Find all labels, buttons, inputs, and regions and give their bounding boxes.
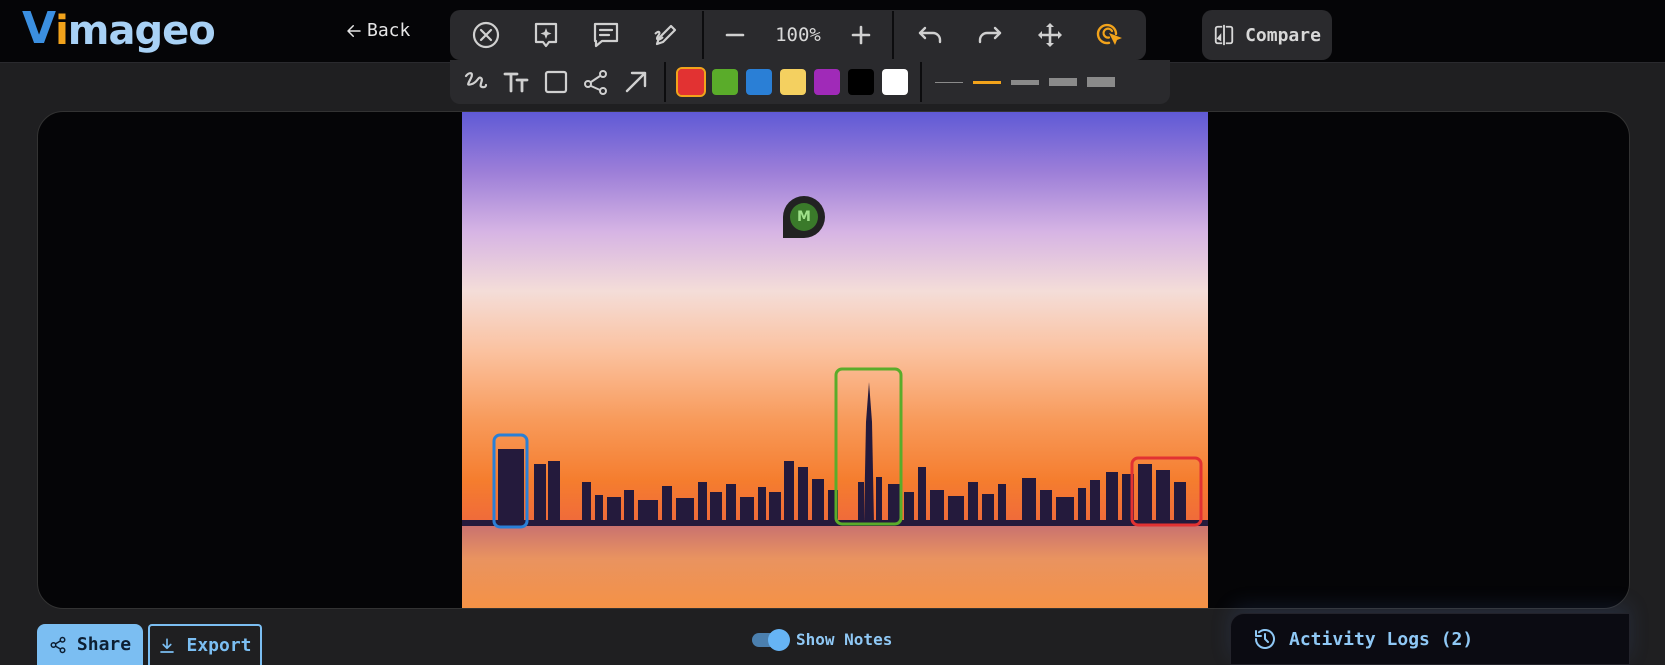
connector-tool-button[interactable]	[576, 62, 616, 102]
image-canvas[interactable]: M	[37, 111, 1630, 609]
rectangle-tool-button[interactable]	[536, 62, 576, 102]
zoom-group: 100%	[710, 10, 886, 60]
show-notes-toggle[interactable]	[752, 628, 790, 651]
arrow-left-icon	[347, 24, 361, 37]
dubai-skyline-image	[462, 112, 1208, 608]
color-swatch-6[interactable]	[848, 69, 874, 95]
line-weight-option-3[interactable]	[1008, 71, 1042, 93]
note-marker-avatar: M	[790, 203, 818, 231]
text-tool-button[interactable]	[496, 62, 536, 102]
main-toolbar: 100%	[450, 10, 1146, 60]
compare-label: Compare	[1245, 24, 1321, 46]
freehand-tool-button[interactable]	[456, 62, 496, 102]
line-weight-sample	[1049, 78, 1077, 86]
toggle-knob	[768, 628, 790, 651]
zoom-in-button[interactable]	[836, 10, 886, 60]
export-button[interactable]: Export	[148, 624, 262, 665]
select-cursor-button[interactable]	[1080, 10, 1140, 60]
color-swatch-5[interactable]	[814, 69, 840, 95]
rectangle-icon	[544, 70, 568, 94]
compare-button[interactable]: Compare	[1202, 10, 1332, 60]
share-icon	[50, 636, 66, 653]
export-label: Export	[186, 635, 252, 656]
activity-logs-panel[interactable]: Activity Logs (2)	[1230, 613, 1630, 665]
logo-text: mageo	[67, 8, 216, 54]
comment-tool-button[interactable]	[576, 10, 636, 60]
close-circle-icon	[472, 21, 500, 49]
logo-letter-v: V	[22, 3, 56, 54]
arrow-icon	[625, 71, 647, 93]
history-icon	[1255, 629, 1275, 649]
draw-pencil-icon	[654, 24, 677, 46]
zoom-level: 100%	[775, 24, 821, 46]
history-group	[900, 10, 1140, 60]
cursor-select-icon	[1096, 23, 1122, 45]
logo-letter-i: i	[55, 8, 69, 54]
undo-icon	[918, 26, 942, 44]
share-button[interactable]: Share	[37, 624, 143, 665]
text-icon	[503, 72, 529, 93]
show-notes-label: Show Notes	[796, 630, 893, 649]
download-icon	[160, 637, 175, 653]
ai-tool-button[interactable]	[516, 10, 576, 60]
note-marker[interactable]: M	[783, 196, 825, 238]
line-weight-option-4[interactable]	[1046, 71, 1080, 93]
color-swatch-4[interactable]	[780, 69, 806, 95]
toolbar-divider	[664, 62, 666, 102]
line-weight-option-2[interactable]	[970, 71, 1004, 93]
compare-icon	[1214, 24, 1234, 46]
back-label: Back	[367, 20, 411, 41]
show-notes-control: Show Notes	[752, 628, 893, 651]
plus-icon	[851, 25, 871, 45]
line-weight-option-1[interactable]	[932, 71, 966, 93]
tool-group-annotate	[456, 10, 696, 60]
close-tool-button[interactable]	[456, 10, 516, 60]
redo-button[interactable]	[960, 10, 1020, 60]
line-weight-options	[930, 71, 1120, 93]
sparkle-icon	[534, 22, 558, 48]
annotation-toolbar	[450, 60, 1170, 104]
toolbar-divider	[892, 11, 894, 59]
draw-tool-button[interactable]	[636, 10, 696, 60]
color-swatch-2[interactable]	[712, 69, 738, 95]
freehand-icon	[464, 72, 488, 89]
back-button[interactable]: Back	[345, 20, 410, 41]
minus-icon	[725, 33, 745, 37]
line-weight-option-5[interactable]	[1084, 71, 1118, 93]
skyline-silhouette	[462, 367, 1208, 608]
comment-icon	[593, 22, 619, 48]
move-icon	[1038, 23, 1062, 47]
line-weight-sample	[935, 81, 963, 83]
arrow-tool-button[interactable]	[616, 62, 656, 102]
line-weight-sample	[973, 80, 1001, 84]
line-weight-sample	[1011, 79, 1039, 85]
zoom-out-button[interactable]	[710, 10, 760, 60]
line-weight-sample	[1087, 77, 1115, 87]
connector-icon	[584, 70, 607, 95]
app-logo[interactable]: Vi mageo	[22, 3, 216, 54]
redo-icon	[978, 26, 1002, 44]
share-label: Share	[76, 634, 132, 655]
toolbar-divider	[920, 62, 922, 102]
color-swatch-1[interactable]	[676, 67, 706, 97]
move-button[interactable]	[1020, 10, 1080, 60]
activity-logs-label: Activity Logs (2)	[1289, 628, 1474, 650]
toolbar-divider	[702, 11, 704, 59]
color-swatch-3[interactable]	[746, 69, 772, 95]
color-swatch-7[interactable]	[882, 69, 908, 95]
undo-button[interactable]	[900, 10, 960, 60]
color-palette	[674, 67, 912, 97]
